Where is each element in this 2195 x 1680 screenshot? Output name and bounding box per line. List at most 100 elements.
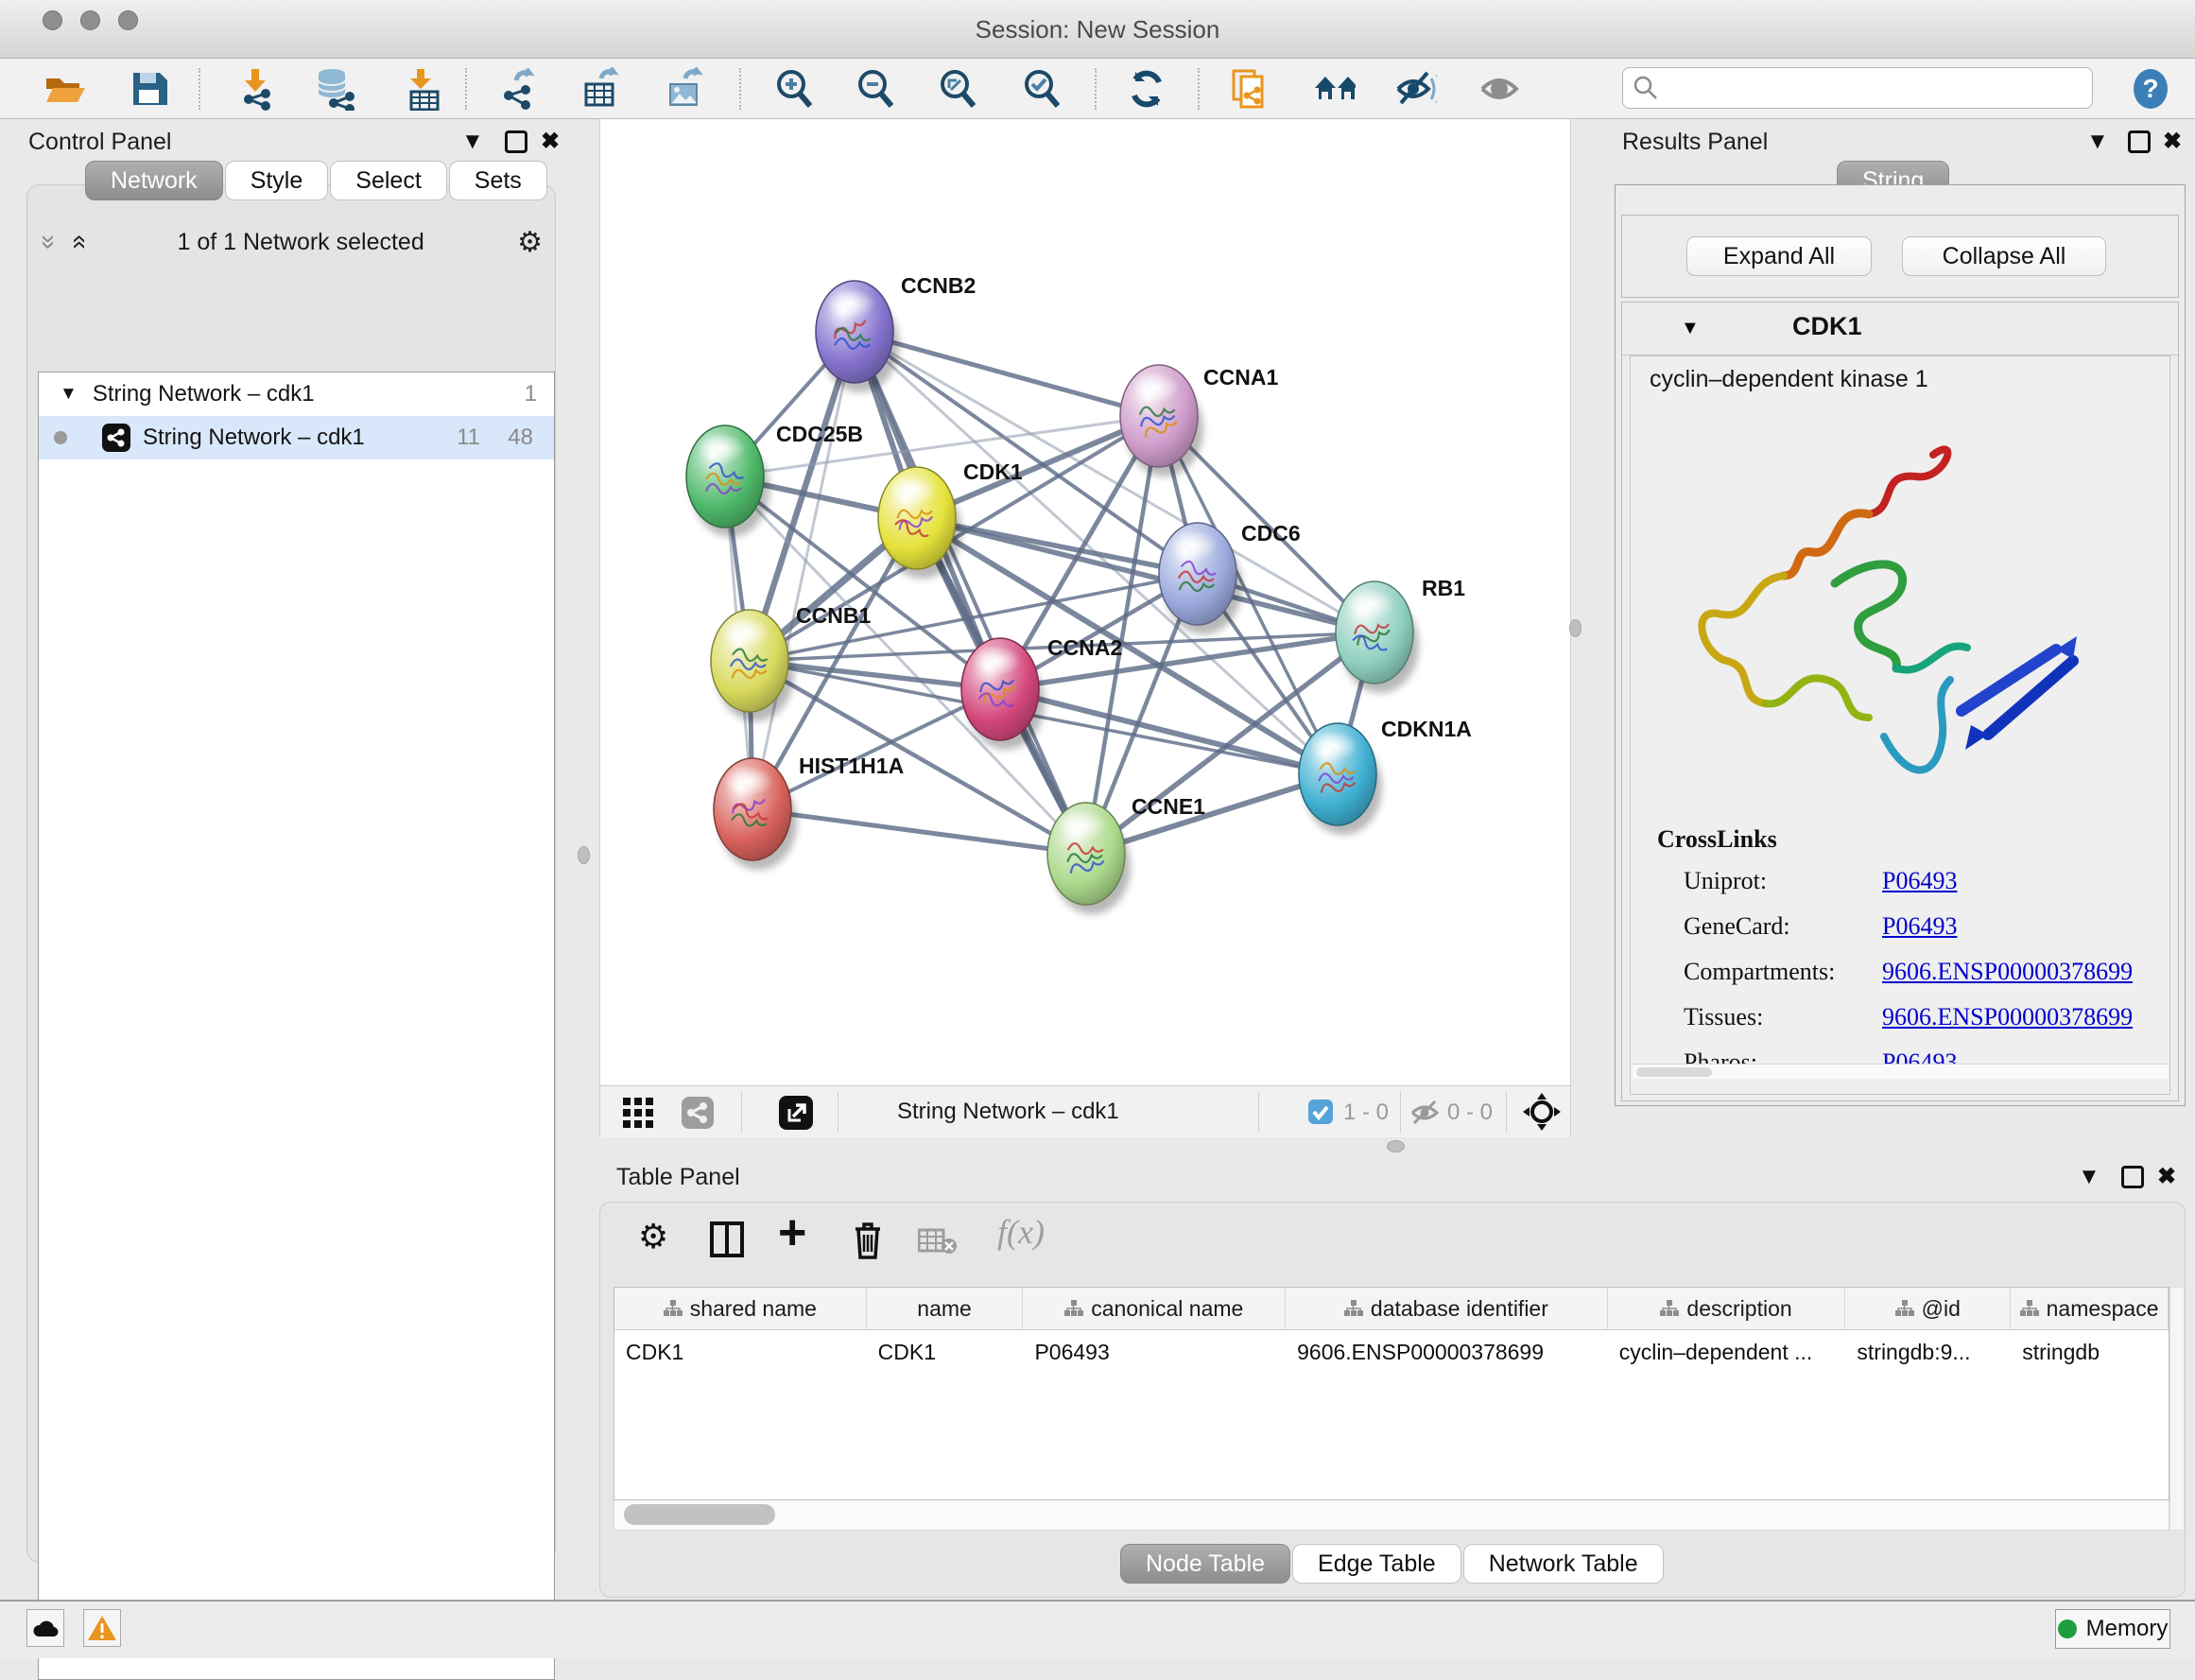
warning-icon [87,1615,117,1641]
network-share-gray-icon[interactable] [681,1096,715,1130]
tab-style[interactable]: Style [225,161,329,200]
delete-column-icon[interactable] [852,1220,884,1259]
tab-network-table[interactable]: Network Table [1463,1544,1664,1584]
add-column-icon[interactable]: + [778,1204,806,1261]
network-collection-row[interactable]: ▼ String Network – cdk1 1 [39,372,554,416]
vertical-splitter-handle[interactable] [578,846,590,864]
export-table-icon[interactable] [579,67,622,111]
close-panel-icon[interactable]: ✖ [2163,130,2182,153]
gene-section-header[interactable]: ▼ CDK1 [1622,303,2178,355]
memory-button[interactable]: Memory [2055,1609,2170,1649]
export-image-icon[interactable] [663,67,706,111]
column-header-@id[interactable]: @id [1845,1288,2011,1329]
zoom-selected-icon[interactable] [1020,67,1063,111]
zoom-out-icon[interactable] [854,67,897,111]
results-hscroll-track[interactable] [1633,1064,2168,1079]
network-row-selected[interactable]: String Network – cdk1 11 48 [39,416,554,459]
network-options-gear-icon[interactable]: ⚙ [517,226,543,259]
network-graph[interactable]: CCNB2CCNA1CDC25BCDK1CDC6RB1CCNB1CCNA2CDK… [600,119,1570,1083]
table-cell[interactable]: CDK1 [867,1330,1024,1374]
table-hscroll-track[interactable] [614,1500,2169,1531]
show-glass-icon[interactable] [1478,67,1521,111]
refresh-icon[interactable] [1125,67,1168,111]
network-node-hist1h1a[interactable] [714,758,797,870]
network-node-cdc6[interactable] [1159,523,1242,634]
search-box[interactable] [1622,67,2093,109]
column-header-canonical-name[interactable]: canonical name [1023,1288,1286,1329]
network-edge[interactable] [752,332,855,809]
tab-select[interactable]: Select [330,161,446,200]
birds-eye-view-icon[interactable] [1521,1091,1563,1133]
selected-checkbox-icon[interactable] [1307,1099,1334,1125]
string-home-icon[interactable] [1312,67,1356,111]
crosslink-row: Compartments:9606.ENSP00000378699 [1684,958,2156,986]
hide-glass-icon[interactable] [1393,67,1437,111]
zoom-in-icon[interactable] [772,67,816,111]
tab-edge-table[interactable]: Edge Table [1292,1544,1461,1584]
tab-node-table[interactable]: Node Table [1120,1544,1290,1584]
show-columns-icon[interactable] [710,1221,744,1257]
save-session-icon[interactable] [128,67,171,111]
crosslink-link[interactable]: 9606.ENSP00000378699 [1882,1003,2133,1031]
network-node-cdkn1a[interactable] [1299,723,1382,835]
collection-expander-icon[interactable]: ▼ [60,384,78,405]
network-node-ccnb1[interactable] [711,610,794,721]
network-node-ccna2[interactable] [961,638,1045,750]
import-network-from-file-icon[interactable] [234,67,278,111]
open-session-icon[interactable] [43,67,86,111]
expand-all-networks-icon[interactable]: » [34,234,64,250]
crosslink-link[interactable]: 9606.ENSP00000378699 [1882,958,2133,986]
cloud-status-button[interactable] [26,1609,64,1647]
column-header-description[interactable]: description [1608,1288,1846,1329]
network-view-toolbar: String Network – cdk1 1 - 0 0 - 0 [599,1085,1571,1137]
tab-sets[interactable]: Sets [449,161,547,200]
table-hscroll-thumb[interactable] [624,1504,775,1525]
open-in-new-window-icon[interactable] [778,1095,814,1131]
float-panel-icon[interactable]: ▼ [2086,130,2109,153]
export-network-icon[interactable] [497,67,541,111]
column-header-namespace[interactable]: namespace [2011,1288,2169,1329]
gene-expander-icon[interactable]: ▼ [1681,318,1700,339]
import-network-from-database-icon[interactable] [313,67,356,111]
table-cell[interactable]: cyclin–dependent ... [1608,1330,1846,1374]
copy-paste-icon[interactable] [1228,67,1271,111]
tab-network[interactable]: Network [85,161,223,200]
results-hscroll-thumb[interactable] [1636,1067,1712,1077]
network-node-rb1[interactable] [1336,581,1419,693]
table-cell[interactable]: CDK1 [614,1330,867,1374]
expand-all-button[interactable]: Expand All [1686,236,1872,276]
table-cell[interactable]: 9606.ENSP00000378699 [1286,1330,1608,1374]
warning-status-button[interactable] [83,1609,121,1647]
table-gear-icon[interactable]: ⚙ [638,1217,668,1256]
network-canvas[interactable]: CCNB2CCNA1CDC25BCDK1CDC6RB1CCNB1CCNA2CDK… [599,119,1571,1085]
zoom-fit-icon[interactable] [936,67,979,111]
network-node-ccne1[interactable] [1047,803,1131,914]
maximize-panel-icon[interactable] [2128,130,2151,153]
column-header-name[interactable]: name [867,1288,1024,1329]
close-panel-icon[interactable]: ✖ [2157,1166,2176,1188]
table-vscroll-track[interactable] [2169,1287,2185,1531]
import-table-icon[interactable] [400,67,443,111]
crosslink-link[interactable]: P06493 [1882,912,1957,941]
table-cell[interactable]: stringdb:9... [1845,1330,2011,1374]
network-edge[interactable] [752,809,1086,854]
column-header-database-identifier[interactable]: database identifier [1286,1288,1608,1329]
network-node-ccnb2[interactable] [816,281,899,392]
help-icon[interactable]: ? [2129,67,2172,111]
column-header-shared-name[interactable]: shared name [614,1288,867,1329]
float-panel-icon[interactable]: ▼ [461,130,484,153]
collapse-all-networks-icon[interactable]: » [61,234,92,250]
network-edge[interactable] [752,689,1000,809]
search-input[interactable] [1659,74,2075,102]
float-panel-icon[interactable]: ▼ [2078,1166,2100,1188]
crosslink-link[interactable]: P06493 [1882,867,1957,895]
maximize-panel-icon[interactable] [2121,1166,2144,1188]
table-row[interactable]: CDK1CDK1P064939606.ENSP00000378699cyclin… [614,1330,2169,1374]
maximize-panel-icon[interactable] [505,130,527,153]
horizontal-splitter-handle[interactable] [1387,1140,1405,1152]
close-panel-icon[interactable]: ✖ [541,130,560,153]
grid-view-icon[interactable] [623,1098,655,1130]
table-cell[interactable]: P06493 [1023,1330,1286,1374]
collapse-all-button[interactable]: Collapse All [1902,236,2106,276]
table-cell[interactable]: stringdb [2011,1330,2169,1374]
